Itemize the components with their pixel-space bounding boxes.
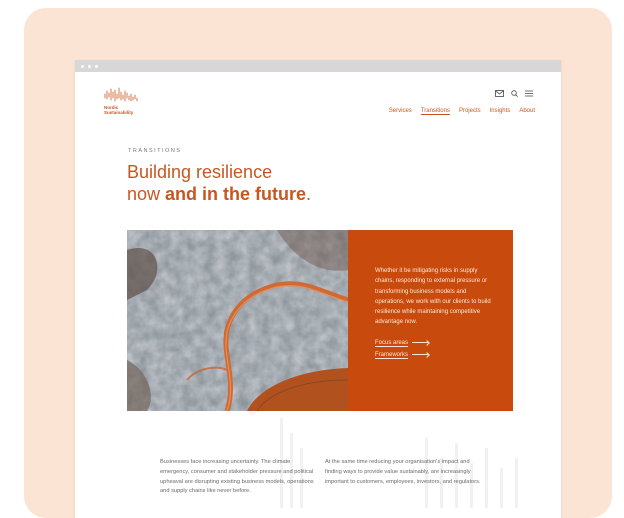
- nav-services[interactable]: Services: [389, 108, 412, 114]
- hero-panel: Whether it be mitigating risks in supply…: [348, 230, 513, 411]
- nav-transitions[interactable]: Transitions: [421, 108, 450, 114]
- arrow-right-icon: [412, 342, 429, 344]
- title-line2-bold: and in the future: [165, 184, 307, 204]
- title-line2-plain: now: [127, 184, 166, 204]
- hero-text: Whether it be mitigating risks in supply…: [375, 268, 491, 326]
- window-dot[interactable]: [95, 64, 98, 68]
- window-dot[interactable]: [81, 64, 84, 68]
- header-icons: [495, 90, 533, 97]
- section-eyebrow: TRANSITIONS: [128, 148, 182, 154]
- window-dot[interactable]: [88, 64, 91, 68]
- brand-logo-icon[interactable]: [104, 86, 148, 104]
- browser-window: Nordic Sustainability Services Transitio…: [75, 60, 561, 518]
- brand-name-line2: Sustainability: [104, 110, 134, 115]
- frameworks-label: Frameworks: [375, 351, 409, 358]
- background-card: Nordic Sustainability Services Transitio…: [24, 8, 612, 518]
- nav-projects[interactable]: Projects: [459, 108, 481, 114]
- main-nav: Services Transitions Projects Insights A…: [389, 108, 535, 114]
- hero-links: Focus areas Frameworks: [375, 340, 493, 358]
- search-icon[interactable]: [511, 90, 518, 97]
- browser-titlebar: [75, 60, 561, 72]
- mail-icon[interactable]: [495, 90, 504, 97]
- brand-name: Nordic Sustainability: [104, 105, 154, 115]
- nav-about[interactable]: About: [519, 108, 535, 114]
- hero-aerial-image: [127, 230, 348, 411]
- arrow-right-icon: [412, 354, 429, 356]
- title-line1: Building resilience: [127, 162, 273, 182]
- nav-insights[interactable]: Insights: [490, 108, 511, 114]
- title-period: .: [306, 184, 312, 204]
- page-title: Building resilience now and in the futur…: [127, 161, 447, 205]
- focus-areas-label: Focus areas: [375, 339, 409, 346]
- body-column-2: At the same time reducing your organisat…: [325, 459, 481, 485]
- site-header: Nordic Sustainability Services Transitio…: [75, 72, 561, 120]
- menu-icon[interactable]: [525, 90, 533, 97]
- body-column-1: Businesses face increasing uncertainty. …: [160, 459, 314, 495]
- focus-areas-link[interactable]: Focus areas: [375, 340, 493, 346]
- frameworks-link[interactable]: Frameworks: [375, 352, 493, 358]
